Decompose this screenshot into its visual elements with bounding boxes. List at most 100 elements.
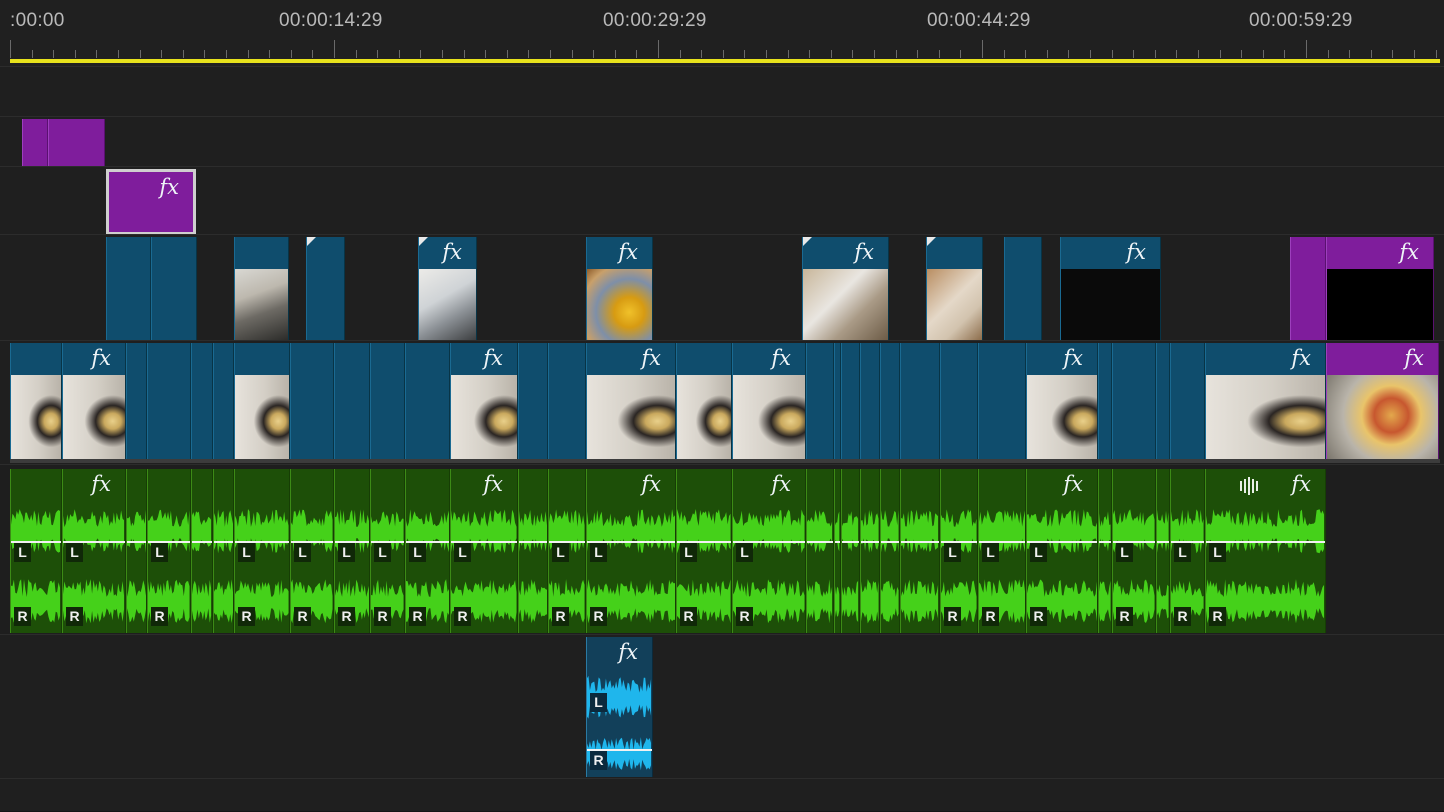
video-clip[interactable] — [926, 237, 983, 341]
audio-clip[interactable] — [841, 469, 860, 633]
audio-clip[interactable]: fx L R — [450, 469, 518, 633]
audio-clip[interactable]: LR — [1170, 469, 1205, 633]
video-clip[interactable] — [676, 343, 732, 459]
video-clip[interactable]: fx — [1205, 343, 1326, 459]
video-clip[interactable] — [1112, 343, 1156, 459]
audio-clip[interactable] — [1156, 469, 1170, 633]
time-ruler[interactable]: :00:00 00:00:14:29 00:00:29:29 00:00:44:… — [0, 0, 1444, 66]
video-clip[interactable]: fx — [1060, 237, 1161, 341]
left-channel-label: L — [1116, 543, 1133, 562]
left-channel-label: L — [409, 543, 426, 562]
audio-clip[interactable]: LR — [676, 469, 732, 633]
track-a2[interactable]: fx L R — [0, 634, 1444, 780]
audio-clip[interactable] — [834, 469, 841, 633]
video-clip[interactable] — [940, 343, 978, 459]
audio-clip[interactable]: LR — [548, 469, 586, 633]
video-clip[interactable] — [834, 343, 841, 459]
audio-clip[interactable]: fx L R — [732, 469, 806, 633]
audio-clip[interactable]: LR — [334, 469, 370, 633]
audio-clip[interactable] — [900, 469, 940, 633]
graphic-clip[interactable] — [22, 119, 48, 167]
graphic-clip[interactable] — [48, 119, 105, 167]
video-clip[interactable] — [806, 343, 834, 459]
video-clip[interactable] — [1170, 343, 1205, 459]
left-channel-label: L — [552, 543, 569, 562]
audio-clip[interactable] — [880, 469, 900, 633]
video-clip[interactable] — [234, 237, 289, 341]
fx-icon: fx — [1063, 346, 1083, 370]
track-v4[interactable]: fx — [0, 166, 1444, 236]
audio-clip[interactable]: LR — [978, 469, 1026, 633]
work-area-bar[interactable] — [10, 59, 1440, 63]
video-clip[interactable]: fx — [450, 343, 518, 459]
video-clip[interactable] — [518, 343, 548, 459]
audio-clip[interactable] — [1098, 469, 1112, 633]
video-clip[interactable] — [548, 343, 586, 459]
audio-clip[interactable]: LR — [405, 469, 450, 633]
video-clip[interactable]: fx — [586, 237, 653, 341]
audio-clip[interactable] — [860, 469, 880, 633]
right-channel-label: R — [409, 607, 426, 626]
audio-waveform-right — [835, 586, 840, 618]
graphic-clip[interactable]: fx — [1326, 237, 1434, 341]
track-v3[interactable]: fx fx fx fx fx — [0, 234, 1444, 342]
video-clip[interactable]: fx — [1026, 343, 1098, 459]
audio-waveform-left — [192, 511, 212, 552]
video-clip[interactable]: fx — [586, 343, 676, 459]
video-clip[interactable] — [880, 343, 900, 459]
track-v5[interactable] — [0, 116, 1444, 168]
track-a1[interactable]: L Rfx L R L R L R L R L R L R L Rfx L R L Rfx L R L Rfx L R L R L Rfx… — [0, 464, 1444, 636]
video-clip[interactable]: fx — [802, 237, 889, 341]
audio-clip[interactable]: fx L R — [1205, 469, 1326, 633]
audio-clip[interactable] — [191, 469, 213, 633]
video-clip[interactable]: fx — [732, 343, 806, 459]
ruler-tick — [723, 50, 724, 58]
video-clip[interactable] — [306, 237, 345, 341]
track-v6[interactable] — [0, 66, 1444, 118]
audio-clip[interactable]: fx L R — [586, 469, 676, 633]
video-clip[interactable] — [290, 343, 334, 459]
video-clip[interactable] — [10, 343, 62, 459]
audio-clip[interactable] — [806, 469, 834, 633]
video-clip[interactable] — [978, 343, 1026, 459]
video-clip[interactable] — [1098, 343, 1112, 459]
audio-clip[interactable]: LR — [147, 469, 191, 633]
video-clip[interactable] — [147, 343, 191, 459]
audio-clip[interactable]: fx L R — [1026, 469, 1098, 633]
video-clip[interactable] — [151, 237, 197, 341]
audio-clip[interactable]: LR — [10, 469, 62, 633]
audio-clip[interactable] — [518, 469, 548, 633]
ruler-tick — [766, 50, 767, 58]
video-clip[interactable] — [370, 343, 405, 459]
fx-icon: fx — [641, 472, 661, 496]
video-clip[interactable] — [334, 343, 370, 459]
graphic-clip-selected[interactable]: fx — [106, 169, 196, 235]
video-clip[interactable] — [191, 343, 213, 459]
video-clip[interactable] — [234, 343, 290, 459]
audio-clip[interactable]: LR — [234, 469, 290, 633]
audio-clip[interactable] — [213, 469, 234, 633]
video-clip[interactable] — [860, 343, 880, 459]
audio-clip[interactable]: LR — [290, 469, 334, 633]
video-clip[interactable] — [213, 343, 234, 459]
audio-clip[interactable]: LR — [940, 469, 978, 633]
graphic-clip[interactable] — [1290, 237, 1326, 341]
audio-clip[interactable]: LR — [370, 469, 405, 633]
video-clip[interactable] — [900, 343, 940, 459]
video-clip[interactable] — [126, 343, 147, 459]
track-v1[interactable]: fx fx fx fx fx fx fx — [0, 340, 1444, 466]
video-clip[interactable] — [841, 343, 860, 459]
audio-clip[interactable]: LR — [1112, 469, 1156, 633]
audio-clip-secondary[interactable]: fx L R — [586, 637, 653, 777]
clip-thumbnail — [1027, 375, 1097, 459]
audio-clip[interactable] — [126, 469, 147, 633]
video-clip[interactable] — [405, 343, 450, 459]
video-clip[interactable] — [1156, 343, 1170, 459]
video-clip[interactable] — [1004, 237, 1042, 341]
video-clip[interactable]: fx — [62, 343, 126, 459]
video-clip[interactable]: fx — [418, 237, 477, 341]
audio-clip[interactable]: fx L R — [62, 469, 126, 633]
graphic-clip[interactable]: fx — [1326, 343, 1439, 459]
video-clip[interactable] — [106, 237, 151, 341]
track-a3[interactable] — [0, 778, 1444, 812]
